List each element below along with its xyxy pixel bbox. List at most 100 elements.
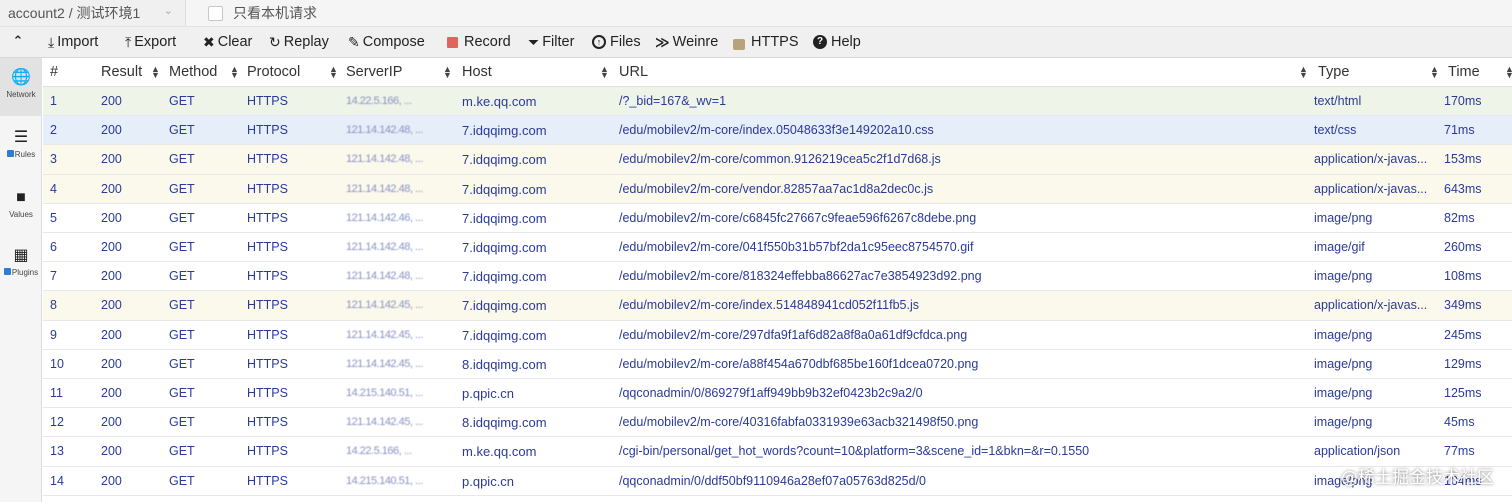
cell-time: 45ms bbox=[1444, 415, 1475, 430]
clear-icon: ✖ bbox=[203, 34, 215, 50]
table-row[interactable]: 13 200 GET HTTPS 14.22.5.166, ... m.ke.qq.com… bbox=[43, 437, 1512, 467]
files-button[interactable]: ↑ Files bbox=[592, 31, 641, 53]
record-button[interactable]: Record bbox=[447, 31, 511, 53]
cell-protocol: HTTPS bbox=[247, 152, 288, 167]
cell-result: 200 bbox=[101, 356, 122, 371]
sort-icon[interactable]: ▲ ▼ bbox=[1430, 65, 1439, 80]
cell-num: 12 bbox=[50, 415, 64, 430]
checkbox-icon[interactable] bbox=[6, 150, 14, 157]
sidebar-item-values[interactable]: ■ Values bbox=[0, 184, 42, 236]
cell-time: 643ms bbox=[1444, 181, 1482, 196]
cell-time: 108ms bbox=[1444, 269, 1482, 284]
filter-icon: ⏷ bbox=[528, 34, 540, 50]
filter-button[interactable]: ⏷ Filter bbox=[528, 31, 574, 53]
sort-icon[interactable]: ▲ ▼ bbox=[600, 65, 609, 80]
column-header-result[interactable]: Result bbox=[101, 58, 142, 87]
cell-type: image/gif bbox=[1314, 240, 1365, 254]
sidebar-item-network[interactable]: 🌐 Network bbox=[0, 58, 42, 116]
table-row[interactable]: 1 200 GET HTTPS 14.22.5.166, ... m.ke.qq.com /… bbox=[43, 87, 1512, 117]
cell-protocol: HTTPS bbox=[247, 269, 288, 284]
cell-host: 7.idqqimg.com bbox=[462, 298, 547, 314]
cell-protocol: HTTPS bbox=[247, 415, 288, 430]
column-header-host[interactable]: Host bbox=[462, 58, 492, 87]
account-select[interactable]: account2 / 测试环境1 ⌄ bbox=[0, 0, 186, 26]
globe-icon: 🌐 bbox=[11, 69, 31, 86]
sidebar-item-plugins[interactable]: ▦ Plugins bbox=[0, 242, 42, 294]
column-header-serverip[interactable]: ServerIP bbox=[346, 58, 402, 87]
table-row[interactable]: 11 200 GET HTTPS 14.215.140.51, ... p.qpic.cn… bbox=[43, 379, 1512, 409]
cell-type: application/x-javas... bbox=[1314, 181, 1428, 196]
import-button[interactable]: ⤓ Import bbox=[48, 31, 98, 53]
cell-protocol: HTTPS bbox=[247, 473, 288, 488]
cell-url: /edu/mobilev2/m-core/041f550b31b57bf2da1… bbox=[619, 240, 974, 254]
column-header-type[interactable]: Type bbox=[1318, 58, 1349, 87]
help-label: Help bbox=[831, 34, 861, 50]
checkbox-icon[interactable] bbox=[3, 268, 11, 275]
account-label: account2 / 测试环境1 bbox=[8, 5, 141, 21]
table-row[interactable]: 14 200 GET HTTPS 14.215.140.51, ... p.qpic.cn… bbox=[43, 466, 1512, 496]
cell-type: image/png bbox=[1314, 356, 1373, 371]
cell-result: 200 bbox=[101, 473, 122, 488]
cell-num: 1 bbox=[50, 94, 57, 108]
column-header-num[interactable]: # bbox=[50, 58, 58, 87]
table-row[interactable]: 8 200 GET HTTPS 121.14.142.45, ... 7.idqqimg.… bbox=[43, 291, 1512, 321]
cell-time: 153ms bbox=[1444, 152, 1482, 167]
table-row[interactable]: 10 200 GET HTTPS 121.14.142.45, ... 8.idqqimg… bbox=[43, 349, 1512, 379]
table-row[interactable]: 3 200 GET HTTPS 121.14.142.48, ... 7.idqqimg.… bbox=[43, 145, 1512, 175]
cell-method: GET bbox=[169, 181, 195, 196]
cell-host: 8.idqqimg.com bbox=[462, 356, 547, 372]
local-only-toggle[interactable]: 只看本机请求 bbox=[208, 2, 317, 24]
table-row[interactable]: 4 200 GET HTTPS 121.14.142.48, ... 7.idqqimg.… bbox=[43, 174, 1512, 204]
cell-serverip: 121.14.142.48, ... bbox=[346, 241, 423, 253]
terminal-icon: ≫ bbox=[655, 34, 670, 50]
cell-type: application/x-javas... bbox=[1314, 152, 1428, 167]
help-icon: ? bbox=[813, 35, 827, 49]
table-row[interactable]: 9 200 GET HTTPS 121.14.142.45, ... 7.idqqimg.… bbox=[43, 320, 1512, 350]
sort-icon[interactable]: ▲ ▼ bbox=[230, 65, 239, 80]
record-label: Record bbox=[464, 34, 511, 50]
cell-serverip: 121.14.142.45, ... bbox=[346, 299, 423, 312]
cell-host: 7.idqqimg.com bbox=[462, 123, 547, 139]
cell-method: GET bbox=[169, 356, 195, 371]
sort-icon[interactable]: ▲ ▼ bbox=[1505, 65, 1512, 80]
table-row[interactable]: 5 200 GET HTTPS 121.14.142.46, ... 7.idqqimg.… bbox=[43, 203, 1512, 233]
sidebar-item-label: Values bbox=[9, 210, 33, 219]
table-row[interactable]: 12 200 GET HTTPS 121.14.142.45, ... 8.idqqimg… bbox=[43, 408, 1512, 438]
list-icon: ☰ bbox=[13, 129, 29, 146]
clear-button[interactable]: ✖ Clear bbox=[203, 31, 252, 53]
compose-button[interactable]: ✎ Compose bbox=[348, 31, 425, 53]
table-row[interactable]: 6 200 GET HTTPS 121.14.142.48, ... 7.idqqimg.… bbox=[43, 233, 1512, 263]
column-header-time[interactable]: Time bbox=[1448, 58, 1480, 87]
export-button[interactable]: ⤒ Export bbox=[125, 31, 176, 53]
cell-serverip: 121.14.142.48, ... bbox=[346, 182, 423, 195]
sort-icon[interactable]: ▲ ▼ bbox=[1299, 65, 1308, 80]
https-button[interactable]: HTTPS bbox=[733, 31, 799, 53]
cell-serverip: 121.14.142.46, ... bbox=[346, 211, 423, 224]
sort-icon[interactable]: ▲ ▼ bbox=[151, 65, 160, 80]
cell-num: 9 bbox=[50, 327, 57, 342]
column-header-url[interactable]: URL bbox=[619, 58, 648, 87]
import-icon: ⤓ bbox=[48, 34, 55, 50]
column-header-method[interactable]: Method bbox=[169, 58, 217, 87]
cell-type: image/png bbox=[1314, 386, 1373, 400]
help-button[interactable]: ? Help bbox=[813, 31, 861, 53]
local-only-checkbox[interactable] bbox=[208, 5, 223, 21]
cell-serverip: 121.14.142.45, ... bbox=[346, 416, 423, 429]
table-row[interactable]: 7 200 GET HTTPS 121.14.142.48, ... 7.idqqimg.… bbox=[43, 262, 1512, 292]
table-row[interactable]: 2 200 GET HTTPS 121.14.142.48, ... 7.idqqimg.… bbox=[43, 116, 1512, 146]
sidebar-item-label: Rules bbox=[14, 150, 36, 159]
cell-protocol: HTTPS bbox=[247, 386, 288, 400]
cell-time: 170ms bbox=[1444, 94, 1482, 108]
sidebar-item-rules[interactable]: ☰ Rules bbox=[0, 124, 42, 176]
export-label: Export bbox=[134, 34, 177, 50]
cell-result: 200 bbox=[101, 181, 122, 196]
weinre-button[interactable]: ≫ Weinre bbox=[655, 31, 718, 53]
replay-button[interactable]: ↻ Replay bbox=[269, 31, 329, 53]
column-header-protocol[interactable]: Protocol bbox=[247, 58, 300, 87]
cell-type: image/png bbox=[1314, 415, 1373, 430]
cell-num: 7 bbox=[50, 269, 57, 284]
sort-icon[interactable]: ▲ ▼ bbox=[443, 65, 452, 80]
collapse-button[interactable]: ⌃ bbox=[8, 33, 28, 51]
sort-icon[interactable]: ▲ ▼ bbox=[329, 65, 338, 80]
replay-label: Replay bbox=[283, 34, 329, 50]
